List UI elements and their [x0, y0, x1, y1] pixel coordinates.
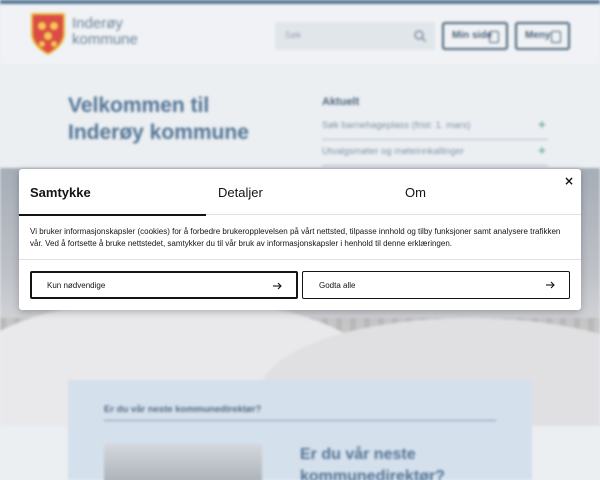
tab-detaljer[interactable]: Detaljer [206, 169, 393, 215]
tab-om[interactable]: Om [393, 169, 573, 215]
consent-divider [19, 259, 581, 260]
accept-all-label: Godta alle [319, 280, 356, 290]
consent-tabs: Samtykke Detaljer Om [19, 169, 581, 216]
necessary-only-button[interactable]: Kun nødvendige [30, 271, 298, 299]
necessary-only-label: Kun nødvendige [47, 280, 106, 290]
consent-description: Vi bruker informasjonskapsler (cookies) … [30, 227, 561, 248]
tab-samtykke[interactable]: Samtykke [19, 169, 206, 216]
accept-all-button[interactable]: Godta alle [302, 271, 570, 299]
arrow-right-icon [273, 282, 282, 290]
arrow-right-icon [546, 281, 555, 289]
cookie-consent-dialog: Samtykke Detaljer Om × Vi bruker informa… [19, 169, 581, 310]
close-icon[interactable]: × [561, 173, 577, 189]
